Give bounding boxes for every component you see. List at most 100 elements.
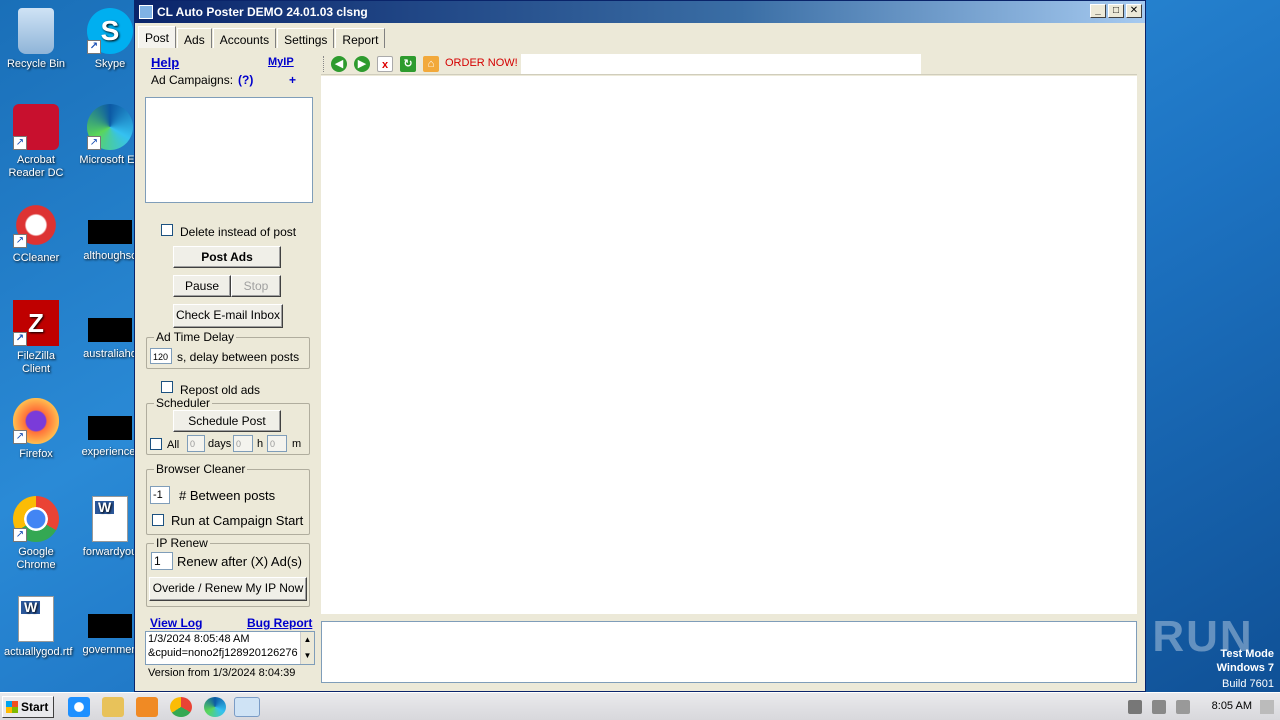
browser-cleaner-title: Browser Cleaner <box>154 462 248 476</box>
maximize-button[interactable]: □ <box>1108 4 1124 18</box>
ie-icon[interactable] <box>68 697 90 717</box>
title-bar[interactable]: CL Auto Poster DEMO 24.01.03 clsng _ □ ✕ <box>135 1 1145 23</box>
redacted-icon <box>88 614 132 638</box>
windows-logo-icon <box>6 701 18 713</box>
refresh-icon[interactable]: ↻ <box>400 56 416 72</box>
home-icon[interactable]: ⌂ <box>423 56 439 72</box>
days-input[interactable]: 0 <box>187 435 205 452</box>
delete-instead-label: Delete instead of post <box>180 225 297 239</box>
recycle-bin-icon <box>18 8 54 54</box>
redacted-icon <box>88 416 132 440</box>
clock[interactable]: 8:05 AM <box>1212 700 1252 712</box>
view-log-link[interactable]: View Log <box>150 616 202 630</box>
desktop-icon-althoughsc[interactable]: althoughsc <box>78 202 142 263</box>
desktop-icon-firefox[interactable]: ↗ Firefox <box>4 398 68 461</box>
renew-count-input[interactable]: 1 <box>151 552 173 570</box>
desktop-icon-rtf[interactable]: W actuallygod.rtf <box>4 596 72 659</box>
desktop-icon-filezilla[interactable]: Z ↗ FileZilla Client <box>4 300 68 376</box>
delete-instead-checkbox[interactable] <box>161 224 173 236</box>
delay-input[interactable]: 120 <box>150 348 172 364</box>
word-document-icon: W <box>92 496 128 542</box>
run-at-start-checkbox[interactable] <box>152 514 164 526</box>
status-log-area[interactable] <box>321 621 1137 683</box>
network-icon[interactable] <box>1152 700 1166 714</box>
build-text: Build 7601 <box>1222 678 1274 690</box>
myip-link[interactable]: MyIP <box>268 56 294 68</box>
desktop-icon-edge[interactable]: ↗ Microsoft Ed <box>78 104 142 167</box>
forward-icon[interactable]: ▶ <box>354 56 370 72</box>
minutes-input[interactable]: 0 <box>267 435 287 452</box>
bug-report-link[interactable]: Bug Report <box>247 616 312 630</box>
post-ads-button[interactable]: Post Ads <box>173 246 281 268</box>
browser-cleaner-group: Browser Cleaner -1 # Between posts Run a… <box>146 462 310 535</box>
scheduler-group: Scheduler Schedule Post All 0 days 0 h 0… <box>146 396 310 455</box>
desktop-icon-chrome[interactable]: ↗ Google Chrome <box>4 496 68 572</box>
ad-time-delay-group: Ad Time Delay 120 s, delay between posts <box>146 330 310 369</box>
address-bar[interactable] <box>521 54 921 74</box>
ccleaner-icon: ↗ <box>13 202 59 248</box>
firefox-icon: ↗ <box>13 398 59 444</box>
tab-settings[interactable]: Settings <box>277 28 335 48</box>
chrome-icon: ↗ <box>13 496 59 542</box>
app-window: CL Auto Poster DEMO 24.01.03 clsng _ □ ✕… <box>134 0 1146 692</box>
edge-icon: ↗ <box>87 104 133 150</box>
desktop-icon-acrobat[interactable]: ↗ Acrobat Reader DC <box>4 104 68 180</box>
stop-page-icon[interactable]: x <box>377 56 393 72</box>
left-panel: Help MyIP Ad Campaigns: (?) + Delete ins… <box>143 51 315 686</box>
days-label: days <box>208 438 232 450</box>
delay-label: s, delay between posts <box>177 350 300 364</box>
desktop-icon-recycle-bin[interactable]: Recycle Bin <box>4 8 68 71</box>
media-player-icon[interactable] <box>136 697 158 717</box>
flag-icon[interactable] <box>1176 700 1190 714</box>
hours-input[interactable]: 0 <box>233 435 253 452</box>
close-button[interactable]: ✕ <box>1126 4 1142 18</box>
repost-checkbox[interactable] <box>161 381 173 393</box>
override-renew-ip-button[interactable]: Overide / Renew My IP Now <box>149 577 307 601</box>
acrobat-icon: ↗ <box>13 104 59 150</box>
desktop-icon-skype[interactable]: S ↗ Skype <box>78 8 142 71</box>
campaigns-list[interactable] <box>145 97 313 203</box>
desktop-icon-experiencef[interactable]: experiencef <box>78 398 142 459</box>
tab-ads[interactable]: Ads <box>177 28 212 48</box>
tab-post[interactable]: Post <box>138 26 177 48</box>
schedule-post-button[interactable]: Schedule Post <box>173 410 281 432</box>
ip-renew-title: IP Renew <box>154 536 210 550</box>
volume-icon[interactable] <box>1128 700 1142 714</box>
tab-accounts[interactable]: Accounts <box>212 28 277 48</box>
order-now-link[interactable]: ORDER NOW! <box>445 57 518 69</box>
stop-button[interactable]: Stop <box>231 275 281 297</box>
log-listbox[interactable]: 1/3/2024 8:05:48 AM &cpuid=nono2fj128920… <box>145 631 315 665</box>
scrollbar[interactable]: ▲ ▼ <box>300 632 314 664</box>
ad-campaigns-label: Ad Campaigns: <box>151 73 234 87</box>
version-label: Version from 1/3/2024 8:04:39 <box>148 667 296 679</box>
check-email-button[interactable]: Check E-mail Inbox <box>173 304 283 328</box>
show-desktop-icon[interactable] <box>1260 700 1274 714</box>
between-posts-input[interactable]: -1 <box>150 486 170 504</box>
repost-label: Repost old ads <box>180 383 261 397</box>
taskbar: Start 8:05 AM <box>0 692 1280 720</box>
hours-label: h <box>257 438 264 450</box>
edge-taskbar-icon[interactable] <box>204 697 226 717</box>
minimize-button[interactable]: _ <box>1090 4 1106 18</box>
campaigns-help-link[interactable]: (?) <box>238 73 253 87</box>
run-at-start-label: Run at Campaign Start <box>171 513 304 528</box>
back-icon[interactable]: ◀ <box>331 56 347 72</box>
pause-button[interactable]: Pause <box>173 275 231 297</box>
cl-auto-poster-taskbar-icon[interactable] <box>234 697 260 717</box>
windows-version-text: Windows 7 <box>1216 662 1274 674</box>
browser-view[interactable] <box>321 76 1137 614</box>
redacted-icon <box>88 220 132 244</box>
desktop-icon-ccleaner[interactable]: ↗ CCleaner <box>4 202 68 265</box>
explorer-icon[interactable] <box>102 697 124 717</box>
add-campaign-button[interactable]: + <box>289 73 296 87</box>
start-button[interactable]: Start <box>2 696 54 718</box>
desktop-icon-forwardyou[interactable]: W forwardyou <box>78 496 142 559</box>
toolbar-grip <box>323 56 326 72</box>
tab-report[interactable]: Report <box>335 28 386 48</box>
between-posts-label: # Between posts <box>179 488 276 503</box>
all-checkbox[interactable] <box>150 438 162 450</box>
help-link[interactable]: Help <box>151 55 179 70</box>
chrome-taskbar-icon[interactable] <box>170 697 192 717</box>
desktop-icon-governmen[interactable]: governmen <box>78 596 142 657</box>
desktop-icon-australiaho[interactable]: australiaho <box>78 300 142 361</box>
